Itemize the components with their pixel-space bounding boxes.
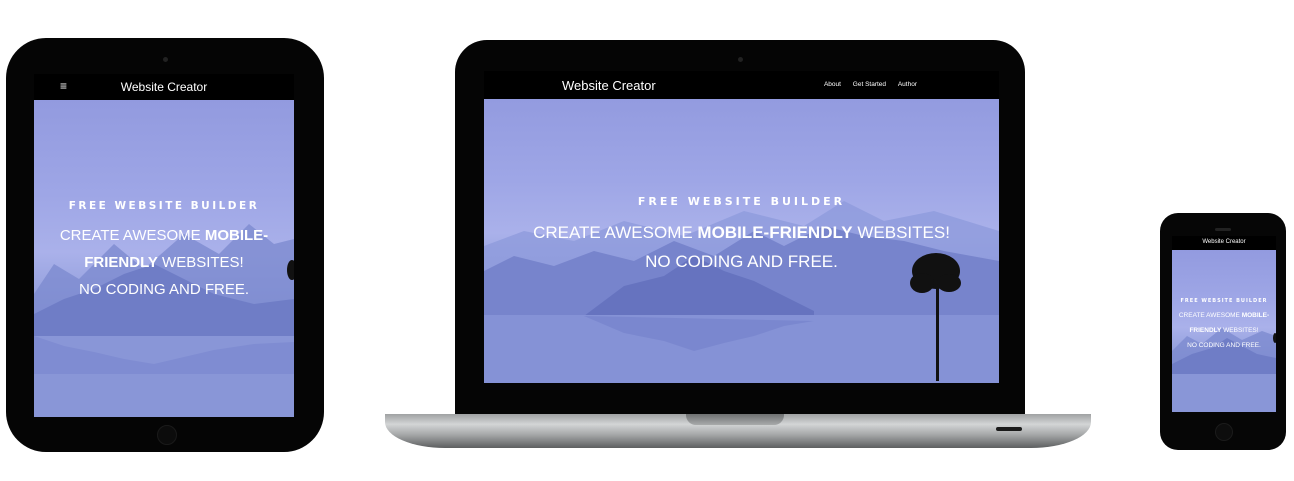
brand-link[interactable]: Website Creator <box>562 78 656 93</box>
laptop-open-notch <box>686 414 784 425</box>
nav-link-get-started[interactable]: Get Started <box>853 81 886 88</box>
hero-section: FREE WEBSITE BUILDER CREATE AWESOME MOBI… <box>484 195 999 276</box>
hero-headline: CREATE AWESOME MOBILE-FRIENDLY WEBSITES!… <box>1172 308 1276 353</box>
headline-pre: CREATE AWESOME <box>533 223 698 242</box>
camera-icon <box>163 57 168 62</box>
headline-pre: CREATE AWESOME <box>59 227 205 244</box>
tablet-navbar: ≡ Website Creator <box>34 74 294 100</box>
headline-post: WEBSITES! <box>852 223 950 242</box>
tablet-device: ≡ Website Creator FREE WEBSITE BUILDER C… <box>6 38 324 452</box>
speaker-icon <box>1215 228 1231 231</box>
home-button-icon[interactable] <box>1215 423 1233 441</box>
status-led-icon <box>996 427 1022 431</box>
headline-line2: NO CODING AND FREE. <box>1187 342 1261 349</box>
hero-kicker: FREE WEBSITE BUILDER <box>68 200 260 212</box>
headline-bold: MOBILE-FRIENDLY <box>697 223 853 242</box>
hero-section: FREE WEBSITE BUILDER CREATE AWESOME MOBI… <box>1172 298 1276 353</box>
camera-icon <box>738 57 743 62</box>
hero-kicker: FREE WEBSITE BUILDER <box>1180 298 1268 304</box>
brand-link[interactable]: Website Creator <box>34 80 294 94</box>
headline-line2: NO CODING AND FREE. <box>645 252 838 271</box>
headline-pre: CREATE AWESOME <box>1178 312 1242 319</box>
hero-headline: CREATE AWESOME MOBILE-FRIENDLY WEBSITES!… <box>484 218 999 276</box>
hero-section: FREE WEBSITE BUILDER CREATE AWESOME MOBI… <box>34 200 294 303</box>
hero-kicker: FREE WEBSITE BUILDER <box>637 195 846 208</box>
nav-link-author[interactable]: Author <box>898 81 917 88</box>
laptop-screen: Website Creator About Get Started Author… <box>484 71 999 383</box>
headline-post: WEBSITES! <box>1221 327 1259 334</box>
phone-navbar: Website Creator <box>1172 236 1276 250</box>
phone-screen: Website Creator FREE WEBSITE BUILDER CRE… <box>1172 236 1276 412</box>
home-button-icon[interactable] <box>157 425 177 445</box>
nav-links: About Get Started Author <box>814 81 917 88</box>
hero-headline: CREATE AWESOME MOBILE-FRIENDLY WEBSITES!… <box>34 222 294 303</box>
brand-link[interactable]: Website Creator <box>1172 239 1276 245</box>
laptop-navbar: Website Creator About Get Started Author <box>484 71 999 99</box>
tablet-screen: ≡ Website Creator FREE WEBSITE BUILDER C… <box>34 74 294 417</box>
headline-post: WEBSITES! <box>157 254 244 271</box>
nav-link-about[interactable]: About <box>824 81 841 88</box>
headline-line2: NO CODING AND FREE. <box>78 281 250 298</box>
